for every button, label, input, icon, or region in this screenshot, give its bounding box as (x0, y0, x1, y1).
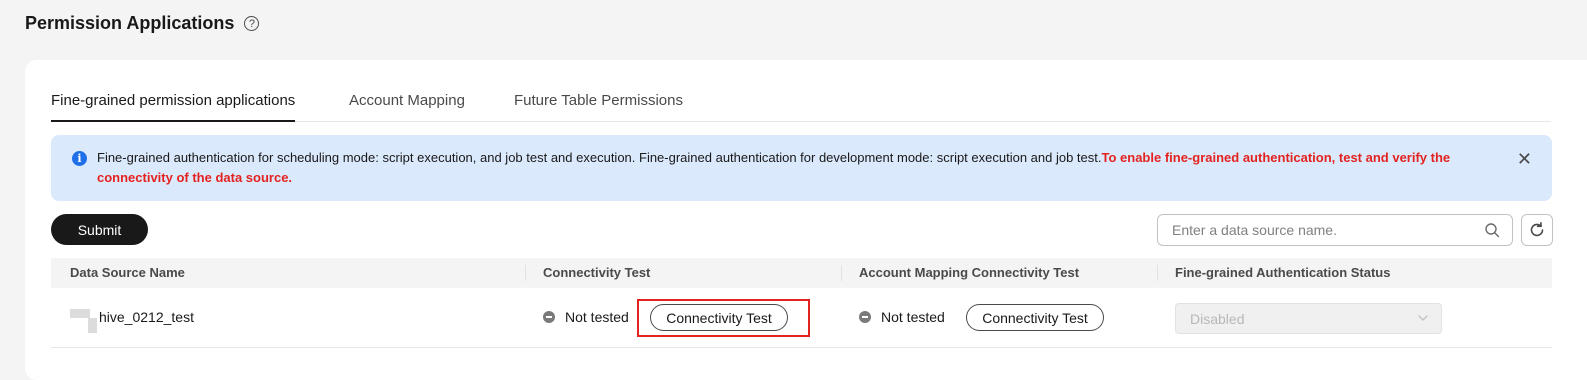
column-divider (525, 265, 526, 281)
highlight-box (637, 299, 810, 337)
auth-status-select: Disabled (1175, 303, 1442, 334)
search-icon[interactable] (1484, 222, 1500, 238)
info-alert: i Fine-grained authentication for schedu… (51, 135, 1552, 201)
submit-button[interactable]: Submit (51, 214, 148, 245)
data-source-icon-part (88, 318, 97, 333)
help-icon[interactable]: ? (244, 16, 260, 31)
mapping-connectivity-test-button[interactable]: Connectivity Test (966, 304, 1104, 331)
column-header-fine-grained-authentication-status[interactable]: Fine-grained Authentication Status (1175, 265, 1390, 280)
tab-future-table-permissions[interactable]: Future Table Permissions (514, 92, 683, 120)
tab-bar: Fine-grained permission applications Acc… (51, 84, 1551, 122)
auth-status-value: Disabled (1190, 311, 1245, 327)
alert-message: Fine-grained authentication for scheduli… (97, 148, 1497, 188)
column-header-account-mapping-connectivity-test[interactable]: Account Mapping Connectivity Test (859, 265, 1079, 280)
data-source-icon (70, 309, 90, 318)
column-divider (841, 265, 842, 281)
connectivity-status-text: Not tested (565, 309, 629, 325)
column-divider (1157, 265, 1158, 281)
search-box (1157, 214, 1513, 246)
mapping-status-text: Not tested (881, 309, 945, 325)
minus-circle-icon (543, 311, 555, 323)
alert-info-text: Fine-grained authentication for scheduli… (97, 150, 1102, 165)
column-header-data-source-name[interactable]: Data Source Name (70, 265, 185, 280)
connectivity-status: Not tested (543, 309, 629, 325)
refresh-icon (1530, 222, 1544, 237)
mapping-connectivity-status: Not tested (859, 309, 945, 325)
minus-circle-icon (859, 311, 871, 323)
tab-fine-grained-permission-applications[interactable]: Fine-grained permission applications (51, 92, 296, 122)
page-title-text: Permission Applications (25, 13, 235, 33)
close-icon[interactable]: ✕ (1517, 149, 1532, 170)
column-header-connectivity-test[interactable]: Connectivity Test (543, 265, 650, 280)
chevron-down-icon (1418, 315, 1428, 321)
table-header: Data Source Name Connectivity Test Accou… (51, 258, 1552, 288)
page-title: Permission Applications ? (25, 13, 260, 34)
tab-account-mapping[interactable]: Account Mapping (349, 92, 465, 120)
refresh-button[interactable] (1521, 214, 1553, 246)
data-source-name: hive_0212_test (99, 309, 194, 325)
info-icon: i (72, 151, 87, 166)
search-input[interactable] (1170, 221, 1474, 239)
